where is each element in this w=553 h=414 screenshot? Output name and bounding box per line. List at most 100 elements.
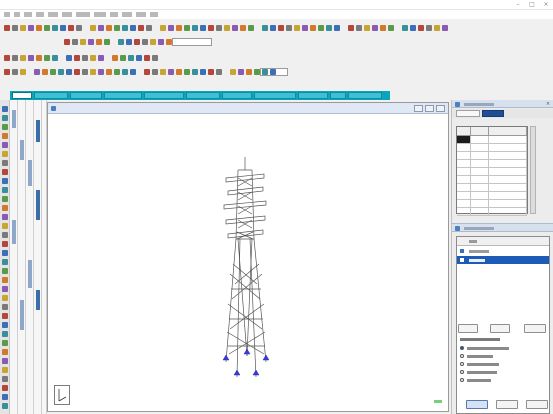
- print-icon[interactable]: [34, 69, 40, 75]
- properties-table-cell[interactable]: [471, 184, 489, 192]
- pan-icon[interactable]: [334, 25, 340, 31]
- properties-table-cell[interactable]: [489, 136, 527, 144]
- assign-option-5-radio[interactable]: [460, 378, 464, 382]
- menu-geometry[interactable]: [62, 12, 72, 17]
- ribbon-tab-4[interactable]: [104, 92, 142, 99]
- ribbon-tab-8[interactable]: [254, 92, 296, 99]
- vtab-3[interactable]: [26, 100, 34, 414]
- properties-table-cell[interactable]: [471, 192, 489, 200]
- properties-table-cell[interactable]: [489, 168, 527, 176]
- undo-icon[interactable]: [36, 55, 42, 61]
- load-icon[interactable]: [262, 25, 268, 31]
- redo-icon[interactable]: [50, 69, 56, 75]
- pan-icon[interactable]: [66, 69, 72, 75]
- print-icon[interactable]: [88, 39, 94, 45]
- node-icon[interactable]: [90, 55, 96, 61]
- new-icon[interactable]: [64, 39, 70, 45]
- help-icon[interactable]: [2, 205, 8, 211]
- load-icon[interactable]: [2, 340, 8, 346]
- pan-icon[interactable]: [2, 277, 8, 283]
- undo-icon[interactable]: [176, 25, 182, 31]
- help-icon[interactable]: [410, 25, 416, 31]
- node-icon[interactable]: [150, 39, 156, 45]
- load-icon[interactable]: [128, 55, 134, 61]
- help-button[interactable]: [526, 400, 548, 409]
- node-icon[interactable]: [2, 304, 8, 310]
- print-icon[interactable]: [2, 241, 8, 247]
- properties-table-cell[interactable]: [457, 168, 471, 176]
- zoom-icon[interactable]: [2, 268, 8, 274]
- ribbon-tab-5[interactable]: [144, 92, 184, 99]
- new-icon[interactable]: [418, 25, 424, 31]
- properties-table-cell[interactable]: [457, 176, 471, 184]
- menu-window[interactable]: [122, 12, 132, 17]
- minimize-button[interactable]: –: [511, 0, 525, 10]
- properties-table-cell[interactable]: [471, 176, 489, 184]
- plate-icon[interactable]: [246, 69, 252, 75]
- properties-table-cell[interactable]: [457, 208, 471, 216]
- beam-icon[interactable]: [238, 69, 244, 75]
- ribbon-tab-9[interactable]: [298, 92, 328, 99]
- node-icon[interactable]: [230, 69, 236, 75]
- plate-icon[interactable]: [240, 25, 246, 31]
- beam-icon[interactable]: [2, 313, 8, 319]
- properties-table-cell[interactable]: [471, 152, 489, 160]
- print-icon[interactable]: [28, 55, 34, 61]
- new-icon[interactable]: [4, 55, 10, 61]
- properties-table-cell[interactable]: [457, 136, 471, 144]
- undo-icon[interactable]: [36, 25, 42, 31]
- new-icon[interactable]: [4, 69, 10, 75]
- rotate-icon[interactable]: [68, 25, 74, 31]
- open-icon[interactable]: [426, 25, 432, 31]
- viewport-close-button[interactable]: [436, 105, 445, 112]
- redo-icon[interactable]: [2, 403, 8, 409]
- ribbon-tab-1[interactable]: [12, 92, 32, 99]
- properties-scrollbar[interactable]: [530, 126, 536, 214]
- vtab-2[interactable]: [18, 100, 26, 414]
- rotate-icon[interactable]: [208, 69, 214, 75]
- menu-tools[interactable]: [36, 12, 44, 17]
- plate-icon[interactable]: [380, 25, 386, 31]
- save-icon[interactable]: [160, 25, 166, 31]
- save-icon[interactable]: [2, 376, 8, 382]
- select-icon[interactable]: [82, 69, 88, 75]
- support-create-button[interactable]: [458, 324, 478, 333]
- support-icon[interactable]: [114, 69, 120, 75]
- properties-table-cell[interactable]: [489, 184, 527, 192]
- properties-table-cell[interactable]: [471, 208, 489, 216]
- help-icon[interactable]: [270, 69, 276, 75]
- rotate-icon[interactable]: [348, 25, 354, 31]
- pan-icon[interactable]: [200, 25, 206, 31]
- assign-option-3-radio[interactable]: [460, 362, 464, 366]
- properties-table-cell[interactable]: [489, 152, 527, 160]
- close-button[interactable]: ×: [539, 0, 553, 10]
- new-icon[interactable]: [4, 25, 10, 31]
- beam-icon[interactable]: [372, 25, 378, 31]
- properties-table-cell[interactable]: [457, 200, 471, 208]
- support-icon[interactable]: [120, 55, 126, 61]
- open-icon[interactable]: [12, 25, 18, 31]
- properties-table-cell[interactable]: [489, 200, 527, 208]
- redo-icon[interactable]: [2, 259, 8, 265]
- properties-table-cell[interactable]: [457, 152, 471, 160]
- help-icon[interactable]: [270, 25, 276, 31]
- new-icon[interactable]: [2, 214, 8, 220]
- menu-help[interactable]: [150, 12, 158, 17]
- new-icon[interactable]: [278, 25, 284, 31]
- open-icon[interactable]: [286, 25, 292, 31]
- properties-table-cell[interactable]: [489, 192, 527, 200]
- load-icon[interactable]: [2, 196, 8, 202]
- toolbar-combo-1[interactable]: [172, 38, 212, 46]
- menu-analyze[interactable]: [94, 12, 106, 17]
- new-icon[interactable]: [144, 69, 150, 75]
- select-icon[interactable]: [216, 69, 222, 75]
- load-icon[interactable]: [122, 25, 128, 31]
- redo-icon[interactable]: [184, 25, 190, 31]
- zoom-icon[interactable]: [192, 69, 198, 75]
- properties-tab-1[interactable]: [456, 110, 480, 117]
- save-icon[interactable]: [20, 69, 26, 75]
- beam-icon[interactable]: [98, 25, 104, 31]
- beam-icon[interactable]: [98, 55, 104, 61]
- open-icon[interactable]: [152, 55, 158, 61]
- save-icon[interactable]: [434, 25, 440, 31]
